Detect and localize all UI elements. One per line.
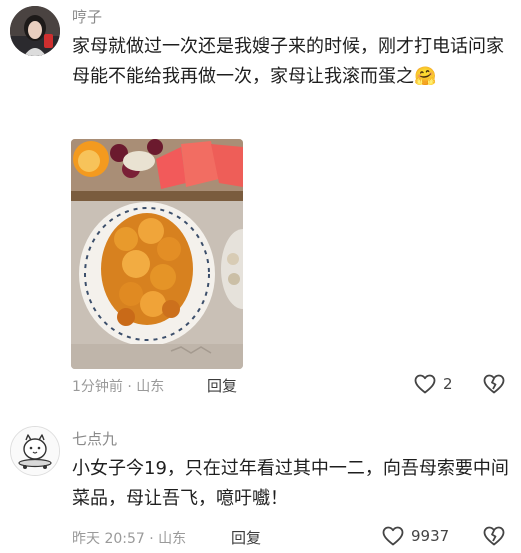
comment-item: 七点九 小女子今19，只在过年看过其中一二，向吾母索要中间菜品，母让吾飞，噫吁嚱… xyxy=(0,410,521,553)
like-count: 2 xyxy=(443,375,453,393)
meta-separator: · xyxy=(144,531,159,547)
avatar[interactable] xyxy=(10,426,60,476)
timestamp: 1分钟前 xyxy=(72,379,123,395)
like-button[interactable]: 2 xyxy=(413,372,453,396)
comment-meta: 昨天 20:57 · 山东 xyxy=(72,528,186,548)
username[interactable]: 七点九 xyxy=(72,428,117,449)
heart-outline-icon xyxy=(382,526,404,546)
reply-button[interactable]: 回复 xyxy=(231,527,261,548)
like-button[interactable]: 9937 xyxy=(381,524,449,548)
comment-item: 哼子 家母就做过一次还是我嫂子来的时候，刚才打电话问家母能不能给我再做一次，家母… xyxy=(0,0,521,410)
comment-text: 小女子今19，只在过年看过其中一二，向吾母索要中间菜品，母让吾飞，噫吁嚱！ xyxy=(72,458,509,509)
comment-meta: 1分钟前 · 山东 xyxy=(72,376,164,396)
hug-emoji: 🤗 xyxy=(414,66,437,87)
broken-heart-icon xyxy=(483,526,505,546)
location: 山东 xyxy=(158,531,187,547)
location: 山东 xyxy=(136,379,165,395)
like-count: 9937 xyxy=(411,527,450,545)
meta-separator: · xyxy=(122,379,137,395)
comment-text: 家母就做过一次还是我嫂子来的时候，刚才打电话问家母能不能给我再做一次，家母让我滚… xyxy=(72,32,512,92)
timestamp: 昨天 20:57 xyxy=(72,531,145,547)
heart-outline-icon xyxy=(414,374,436,394)
reply-button[interactable]: 回复 xyxy=(207,375,237,396)
comment-body: 家母就做过一次还是我嫂子来的时候，刚才打电话问家母能不能给我再做一次，家母让我滚… xyxy=(72,36,504,87)
comment-photo[interactable] xyxy=(71,139,243,369)
username[interactable]: 哼子 xyxy=(72,6,102,27)
avatar[interactable] xyxy=(10,6,60,56)
dislike-button[interactable] xyxy=(482,372,506,396)
dislike-button[interactable] xyxy=(482,524,506,548)
broken-heart-icon xyxy=(483,374,505,394)
